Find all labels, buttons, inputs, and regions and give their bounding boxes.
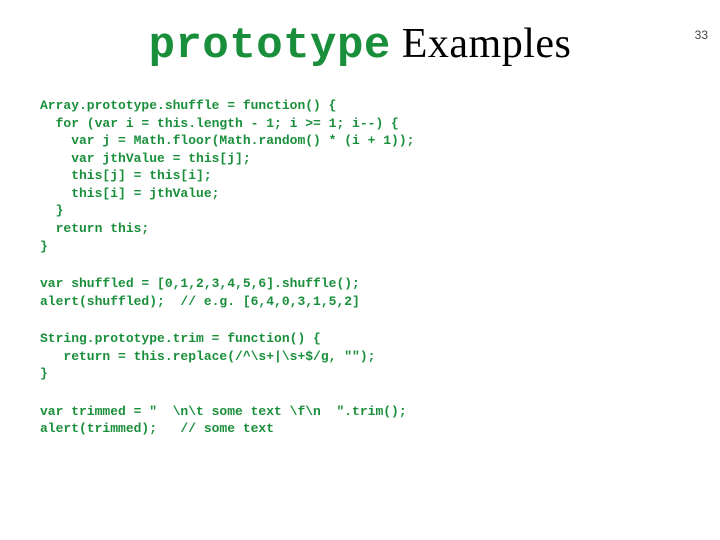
slide: 33 prototype Examples Array.prototype.sh… (0, 22, 720, 540)
code-block-shuffle-def: Array.prototype.shuffle = function() { f… (40, 97, 680, 255)
page-number: 33 (695, 28, 708, 42)
code-block-trim-def: String.prototype.trim = function() { ret… (40, 330, 680, 383)
slide-title: prototype Examples (0, 22, 720, 69)
title-keyword: prototype (149, 21, 391, 71)
title-rest: Examples (391, 21, 572, 67)
code-block-trim-use: var trimmed = " \n\t some text \f\n ".tr… (40, 403, 680, 438)
code-area: Array.prototype.shuffle = function() { f… (40, 97, 680, 438)
code-block-shuffle-use: var shuffled = [0,1,2,3,4,5,6].shuffle()… (40, 275, 680, 310)
